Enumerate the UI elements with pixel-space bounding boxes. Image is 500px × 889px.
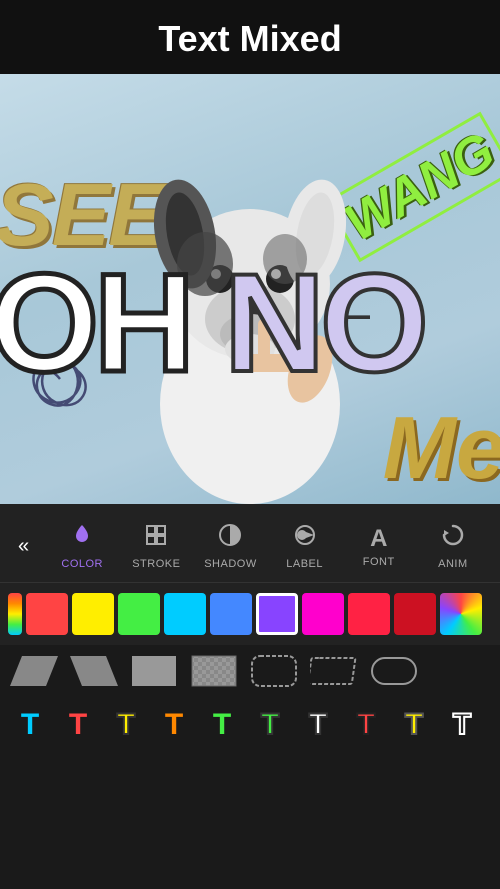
tab-color[interactable]: COLOR [45, 518, 119, 574]
app-header: Text Mixed [0, 0, 500, 74]
page-title: Text Mixed [0, 18, 500, 60]
tab-shadow[interactable]: SHADOW [193, 518, 267, 574]
tab-color-label: COLOR [61, 558, 103, 570]
shape-row [0, 645, 500, 697]
color-swatch-8[interactable] [302, 593, 344, 635]
tool-tabs-container: « COLOR STROKE [0, 514, 500, 583]
tab-stroke[interactable]: STROKE [119, 518, 193, 574]
shape-checkerboard[interactable] [188, 651, 240, 691]
tab-anim[interactable]: ANIM [416, 518, 490, 574]
anim-icon [440, 522, 466, 555]
tab-label-label: LABEL [286, 558, 323, 570]
color-swatch-10[interactable] [394, 593, 436, 635]
tab-shadow-label: SHADOW [204, 558, 257, 570]
dog-figure [110, 124, 390, 504]
font-style-5[interactable]: T [200, 703, 244, 747]
font-style-6[interactable]: T [248, 703, 292, 747]
font-style-4[interactable]: T [152, 703, 196, 747]
shape-pill[interactable] [368, 651, 420, 691]
tab-anim-label: ANIM [438, 558, 468, 570]
shape-rounded-rect[interactable] [248, 651, 300, 691]
color-swatch-2[interactable] [26, 593, 68, 635]
color-swatch-4[interactable] [118, 593, 160, 635]
color-palette-row [0, 583, 500, 645]
color-swatch-1[interactable] [8, 593, 22, 635]
color-swatch-3[interactable] [72, 593, 114, 635]
shape-rectangle[interactable] [128, 651, 180, 691]
font-style-8[interactable]: T [344, 703, 388, 747]
shadow-icon [217, 522, 243, 555]
font-icon: A [370, 525, 387, 553]
canvas-area: SEE WANG — [0, 74, 500, 504]
color-swatch-5[interactable] [164, 593, 206, 635]
shape-parallelogram-right[interactable] [68, 651, 120, 691]
font-style-9[interactable]: T [392, 703, 436, 747]
font-style-3[interactable]: T [104, 703, 148, 747]
color-swatch-7[interactable] [256, 593, 298, 635]
tab-stroke-label: STROKE [132, 558, 180, 570]
color-swatch-multi[interactable] [440, 593, 482, 635]
scribble-decoration [10, 334, 110, 424]
tab-font-label: FONT [363, 556, 395, 568]
color-icon [69, 522, 95, 555]
toolbar: « COLOR STROKE [0, 504, 500, 753]
font-style-2[interactable]: T [56, 703, 100, 747]
font-style-7[interactable]: T [296, 703, 340, 747]
shape-rounded-parallelogram[interactable] [308, 651, 360, 691]
font-style-10[interactable]: T [440, 703, 484, 747]
color-swatch-9[interactable] [348, 593, 390, 635]
label-icon [292, 522, 318, 555]
stroke-icon [143, 522, 169, 555]
font-style-1[interactable]: T [8, 703, 52, 747]
back-button[interactable]: « [10, 531, 37, 562]
tab-label[interactable]: LABEL [268, 518, 342, 574]
shape-parallelogram-left[interactable] [8, 651, 60, 691]
tab-font[interactable]: A FONT [342, 521, 416, 572]
font-style-row: T T T T T T T T T T [0, 697, 500, 753]
color-swatch-6[interactable] [210, 593, 252, 635]
